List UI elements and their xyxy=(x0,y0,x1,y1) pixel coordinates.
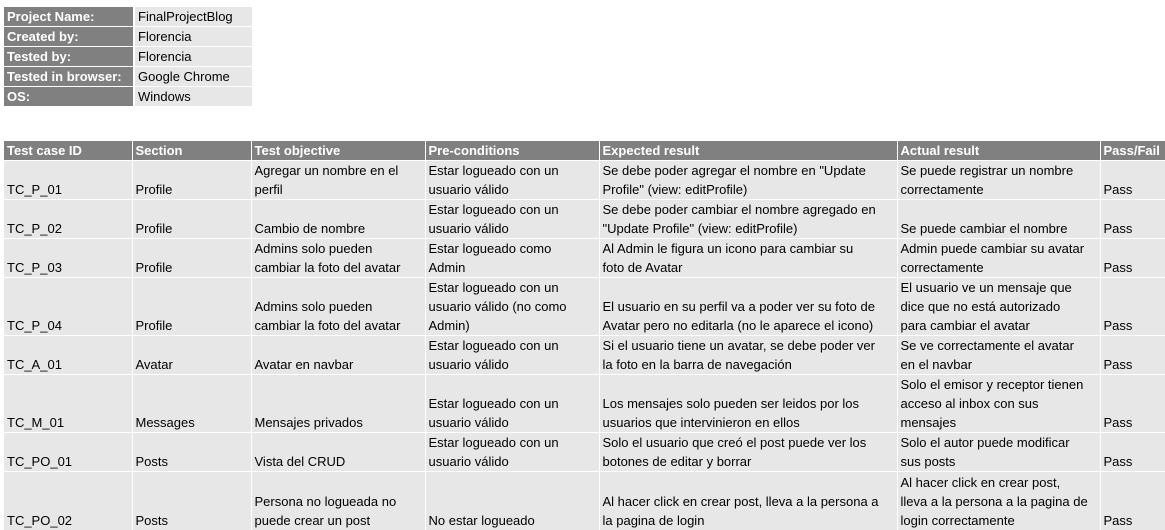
table-cell: Se puede cambiar el nombre xyxy=(897,199,1101,239)
column-header: Section xyxy=(132,141,252,161)
table-cell: Persona no logueada no puede crear un po… xyxy=(251,471,426,530)
info-row: Tested by: Florencia xyxy=(4,46,252,67)
table-cell: Messages xyxy=(132,374,252,433)
table-cell: Solo el usuario que creó el post puede v… xyxy=(599,432,898,472)
table-cell: Estar logueado con un usuario válido xyxy=(425,374,600,433)
table-cell: El usuario ve un mensaje que dice que no… xyxy=(897,277,1101,336)
info-label: Tested by: xyxy=(4,46,135,67)
table-cell: TC_PO_01 xyxy=(4,432,133,472)
table-cell: Agregar un nombre en el perfil xyxy=(251,160,426,200)
table-cell: Pass xyxy=(1100,277,1165,336)
table-cell: Posts xyxy=(132,432,252,472)
table-row: TC_M_01 Messages Mensajes privados Estar lo… xyxy=(4,374,1165,433)
table-cell: Admins solo pueden cambiar la foto del a… xyxy=(251,277,426,336)
table-cell: Pass xyxy=(1100,199,1165,239)
info-value: Google Chrome xyxy=(134,66,252,87)
table-cell: Pass xyxy=(1100,160,1165,200)
table-cell: Estar logueado con un usuario válido xyxy=(425,335,600,375)
info-label: OS: xyxy=(4,86,135,107)
table-cell: TC_A_01 xyxy=(4,335,133,375)
table-cell: TC_P_03 xyxy=(4,238,133,278)
info-value: Florencia xyxy=(134,46,252,67)
table-cell: Al Admin le figura un icono para cambiar… xyxy=(599,238,898,278)
table-cell: Profile xyxy=(132,277,252,336)
table-cell: Avatar en navbar xyxy=(251,335,426,375)
table-row: TC_PO_02 Posts Persona no logueada no pued… xyxy=(4,471,1165,530)
table-cell: Estar logueado con un usuario válido xyxy=(425,432,600,472)
table-cell: Profile xyxy=(132,160,252,200)
column-header: Test objective xyxy=(251,141,426,161)
column-header: Actual result xyxy=(897,141,1101,161)
column-header: Test case ID xyxy=(4,141,133,161)
table-cell: Admins solo pueden cambiar la foto del a… xyxy=(251,238,426,278)
table-cell: Al hacer click en crear post, lleva a la… xyxy=(897,471,1101,530)
table-cell: Pass xyxy=(1100,432,1165,472)
table-cell: Se debe poder agregar el nombre en "Upda… xyxy=(599,160,898,200)
column-header: Pre-conditions xyxy=(425,141,600,161)
table-cell: Se debe poder cambiar el nombre agregado… xyxy=(599,199,898,239)
table-cell: Los mensajes solo pueden ser leidos por … xyxy=(599,374,898,433)
table-row: TC_P_02 Profile Cambio de nombre Estar logu… xyxy=(4,199,1165,239)
table-cell: El usuario en su perfil va a poder ver s… xyxy=(599,277,898,336)
table-cell: Posts xyxy=(132,471,252,530)
table-cell: TC_M_01 xyxy=(4,374,133,433)
table-cell: Estar logueado con un usuario válido xyxy=(425,199,600,239)
info-row: Created by: Florencia xyxy=(4,26,252,47)
project-info-table: Project Name: FinalProjectBlog Created by:… xyxy=(4,7,252,107)
table-cell: TC_P_01 xyxy=(4,160,133,200)
table-cell: Pass xyxy=(1100,238,1165,278)
table-cell: Mensajes privados xyxy=(251,374,426,433)
table-cell: Pass xyxy=(1100,471,1165,530)
table-row: TC_P_03 Profile Admins solo pueden cambiar… xyxy=(4,238,1165,278)
table-cell: Al hacer click en crear post, lleva a la… xyxy=(599,471,898,530)
table-cell: Solo el emisor y receptor tienen acceso … xyxy=(897,374,1101,433)
info-value: FinalProjectBlog xyxy=(134,7,252,27)
table-cell: Solo el autor puede modificar sus posts xyxy=(897,432,1101,472)
info-row: OS: Windows xyxy=(4,86,252,107)
test-cases-table: Test case ID Section Test objective Pre-con… xyxy=(4,141,1165,530)
info-label: Tested in browser: xyxy=(4,66,135,87)
info-value: Florencia xyxy=(134,26,252,47)
info-row: Tested in browser: Google Chrome xyxy=(4,66,252,87)
table-cell: Se puede registrar un nombre correctamen… xyxy=(897,160,1101,200)
table-cell: Pass xyxy=(1100,374,1165,433)
header-row: Test case ID Section Test objective Pre-con… xyxy=(4,141,1165,161)
table-cell: Profile xyxy=(132,199,252,239)
table-cell: Vista del CRUD xyxy=(251,432,426,472)
column-header: Pass/Fail xyxy=(1100,141,1165,161)
info-value: Windows xyxy=(134,86,252,107)
table-cell: TC_P_04 xyxy=(4,277,133,336)
table-cell: Estar logueado como Admin xyxy=(425,238,600,278)
table-cell: Estar logueado con un usuario válido xyxy=(425,160,600,200)
table-cell: Si el usuario tiene un avatar, se debe p… xyxy=(599,335,898,375)
table-cell: Admin puede cambiar su avatar correctame… xyxy=(897,238,1101,278)
info-label: Created by: xyxy=(4,26,135,47)
table-row: TC_P_01 Profile Agregar un nombre en el pe… xyxy=(4,160,1165,200)
table-cell: Pass xyxy=(1100,335,1165,375)
table-cell: Profile xyxy=(132,238,252,278)
table-cell: Estar logueado con un usuario válido (no… xyxy=(425,277,600,336)
table-row: TC_P_04 Profile Admins solo pueden cambiar… xyxy=(4,277,1165,336)
table-cell: TC_PO_02 xyxy=(4,471,133,530)
info-label: Project Name: xyxy=(4,7,135,27)
table-cell: Cambio de nombre xyxy=(251,199,426,239)
table-cell: Se ve correctamente el avatar en el navb… xyxy=(897,335,1101,375)
table-cell: No estar logueado xyxy=(425,471,600,530)
info-row: Project Name: FinalProjectBlog xyxy=(4,7,252,27)
table-cell: TC_P_02 xyxy=(4,199,133,239)
table-row: TC_A_01 Avatar Avatar en navbar Estar logue… xyxy=(4,335,1165,375)
table-cell: Avatar xyxy=(132,335,252,375)
column-header: Expected result xyxy=(599,141,898,161)
table-row: TC_PO_01 Posts Vista del CRUD Estar loguead… xyxy=(4,432,1165,472)
